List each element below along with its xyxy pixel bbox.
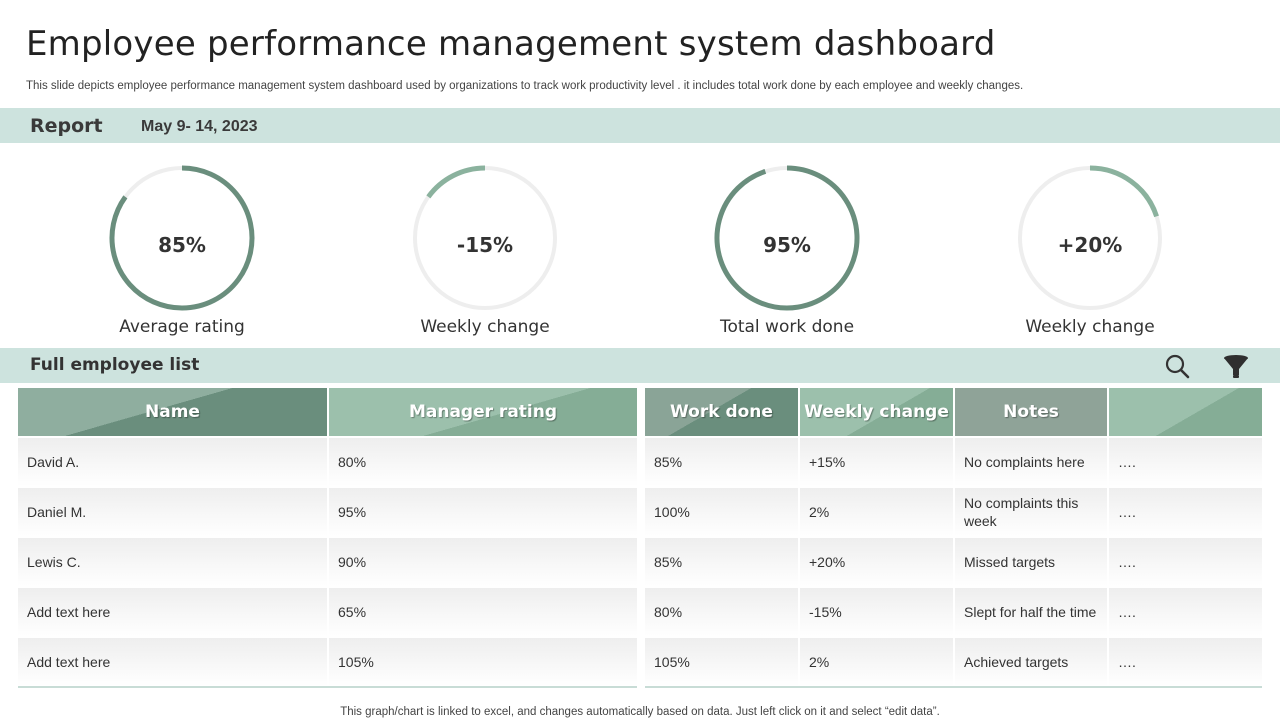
column-divider: [1107, 438, 1109, 686]
table-bottom-rule: [645, 686, 1262, 688]
table-bottom-rule: [18, 686, 637, 688]
gauge-average-rating: 85% Average rating: [92, 160, 272, 340]
column-header-notes[interactable]: Notes: [955, 388, 1107, 436]
cell-weekly-change: 2%: [809, 504, 830, 520]
cell-extra: ….: [1118, 604, 1136, 620]
cell-manager-rating: 65%: [338, 604, 367, 620]
gauge-label: Weekly change: [420, 317, 550, 337]
cell-name: Add text here: [27, 654, 111, 670]
report-band: Report May 9- 14, 2023: [0, 108, 1280, 143]
cell-weekly-change: -15%: [809, 604, 842, 620]
column-divider: [327, 438, 329, 686]
gauge-weekly-change: -15% Weekly change: [395, 160, 575, 340]
cell-notes: No complaints here: [964, 454, 1085, 470]
cell-name: Lewis C.: [27, 554, 81, 570]
gauge-total-work-done: 95% Total work done: [697, 160, 877, 340]
cell-extra: ….: [1118, 554, 1136, 570]
footnote: This graph/chart is linked to excel, and…: [340, 706, 940, 718]
report-date: May 9- 14, 2023: [141, 118, 258, 135]
cell-work-done: 100%: [654, 504, 690, 520]
cell-manager-rating: 95%: [338, 504, 367, 520]
cell-name: David A.: [27, 454, 80, 470]
cell-extra: ….: [1118, 454, 1136, 470]
cell-notes: Achieved targets: [964, 654, 1069, 670]
page-title: Employee performance management system d…: [26, 24, 996, 64]
search-icon[interactable]: [1163, 352, 1191, 380]
gauge-value: +20%: [1057, 233, 1123, 257]
cell-work-done: 85%: [654, 554, 683, 570]
cell-extra: ….: [1118, 504, 1136, 520]
gauge-weekly-change-2: +20% Weekly change: [1000, 160, 1180, 340]
cell-notes: Slept for half the time: [964, 604, 1097, 620]
column-header-work-done[interactable]: Work done: [645, 388, 798, 436]
gauge-value: 95%: [763, 233, 811, 257]
cell-name: Daniel M.: [27, 504, 87, 520]
cell-work-done: 85%: [654, 454, 683, 470]
column-header-extra[interactable]: [1109, 388, 1262, 436]
cell-notes: No complaints this week: [964, 495, 1079, 529]
cell-manager-rating: 90%: [338, 554, 367, 570]
cell-manager-rating: 80%: [338, 454, 367, 470]
cell-weekly-change: +20%: [809, 554, 846, 570]
page-subtitle: This slide depicts employee performance …: [26, 80, 1024, 92]
gauge-arc: [1089, 165, 1159, 218]
filter-icon[interactable]: [1222, 352, 1250, 380]
column-header-manager-rating[interactable]: Manager rating: [329, 388, 637, 436]
cell-notes: Missed targets: [964, 554, 1056, 570]
cell-work-done: 80%: [654, 604, 683, 620]
gauge-arc: [426, 165, 486, 199]
employee-list-title: Full employee list: [30, 355, 200, 375]
column-divider: [953, 438, 955, 686]
employee-list-band: Full employee list: [0, 348, 1280, 383]
cell-weekly-change: +15%: [809, 454, 846, 470]
gauge-value: 85%: [158, 233, 206, 257]
cell-name: Add text here: [27, 604, 111, 620]
column-header-weekly-change[interactable]: Weekly change: [800, 388, 953, 436]
column-header-name[interactable]: Name: [18, 388, 327, 436]
gauge-label: Weekly change: [1025, 317, 1155, 337]
gauge-label: Average rating: [119, 317, 245, 337]
gauge-value: -15%: [456, 233, 514, 257]
cell-weekly-change: 2%: [809, 654, 830, 670]
report-label: Report: [30, 115, 103, 137]
gauge-label: Total work done: [719, 317, 855, 337]
column-divider: [798, 438, 800, 686]
cell-work-done: 105%: [654, 654, 690, 670]
cell-manager-rating: 105%: [338, 654, 374, 670]
cell-extra: ….: [1118, 654, 1136, 670]
